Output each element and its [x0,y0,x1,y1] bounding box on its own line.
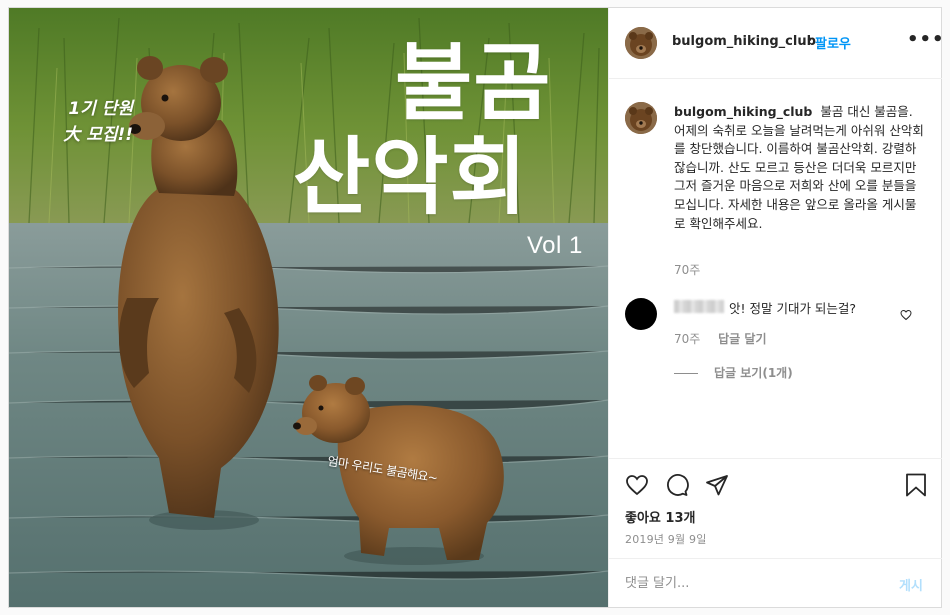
share-icon[interactable] [705,473,729,501]
comment-icon[interactable] [665,473,689,501]
caption-body: 불곰 대신 불곰을. 어제의 숙취로 오늘을 날려먹는게 아쉬워 산악회를 창단… [674,104,924,231]
bear-avatar-icon [625,102,657,134]
poster-volume: Vol 1 [527,232,583,259]
header-username[interactable]: bulgom_hiking_club [672,34,816,49]
caption-username[interactable]: bulgom_hiking_club [674,104,812,119]
comment-text: 앗! 정말 기대가 되는걸? [729,301,857,316]
comment-meta: 70주 답글 달기 [674,330,780,347]
comment-input[interactable] [625,573,875,593]
poster-title-line2: 산악회 [293,128,528,226]
view-replies-label: 답글 보기(1개) [714,366,793,380]
post-side-panel: bulgom_hiking_club • 팔로우 ••• bulgom_hiki… [608,8,945,607]
avatar[interactable] [625,27,657,59]
follow-button[interactable]: 팔로우 [815,33,851,52]
add-comment-bar: 게시 [609,558,942,608]
heart-icon[interactable] [625,473,649,501]
recruit-line2: 大 모집!! [63,125,133,145]
caption-text: bulgom_hiking_club 불곰 대신 불곰을. 어제의 숙취로 오늘… [674,103,924,233]
recruit-text: 1기 단원 大 모집!! [39,96,133,148]
like-count[interactable]: 좋아요 13개 [625,507,695,526]
comment-like-heart-icon[interactable] [900,306,912,325]
reply-button[interactable]: 답글 달기 [718,332,766,346]
more-options-icon[interactable]: ••• [907,31,945,49]
comment-avatar[interactable] [625,298,657,330]
post-header: bulgom_hiking_club • 팔로우 ••• [609,8,945,79]
view-replies-button[interactable]: 답글 보기(1개) [674,364,793,381]
post-image[interactable]: 불곰 산악회 Vol 1 1기 단원 大 모집!! 엄마 우리도 불곰해요~ [9,8,608,607]
bear-avatar-icon [625,27,657,59]
post-comment-button[interactable]: 게시 [899,575,923,594]
poster-title-line1: 불곰 [395,34,552,132]
caption-time[interactable]: 70주 [674,261,700,278]
bookmark-icon[interactable] [905,473,927,501]
recruit-line1: 1기 단원 [68,99,133,119]
caption-avatar[interactable] [625,102,657,134]
post-actions: 좋아요 13개 2019년 9월 9일 게시 [609,458,942,607]
post-date[interactable]: 2019년 9월 9일 [625,531,707,547]
blurred-username [674,300,724,313]
comment-time[interactable]: 70주 [674,332,700,346]
separator-dot: • [806,33,814,47]
replies-divider-line [674,373,698,374]
post-modal: 불곰 산악회 Vol 1 1기 단원 大 모집!! 엄마 우리도 불곰해요~ b… [8,7,945,608]
